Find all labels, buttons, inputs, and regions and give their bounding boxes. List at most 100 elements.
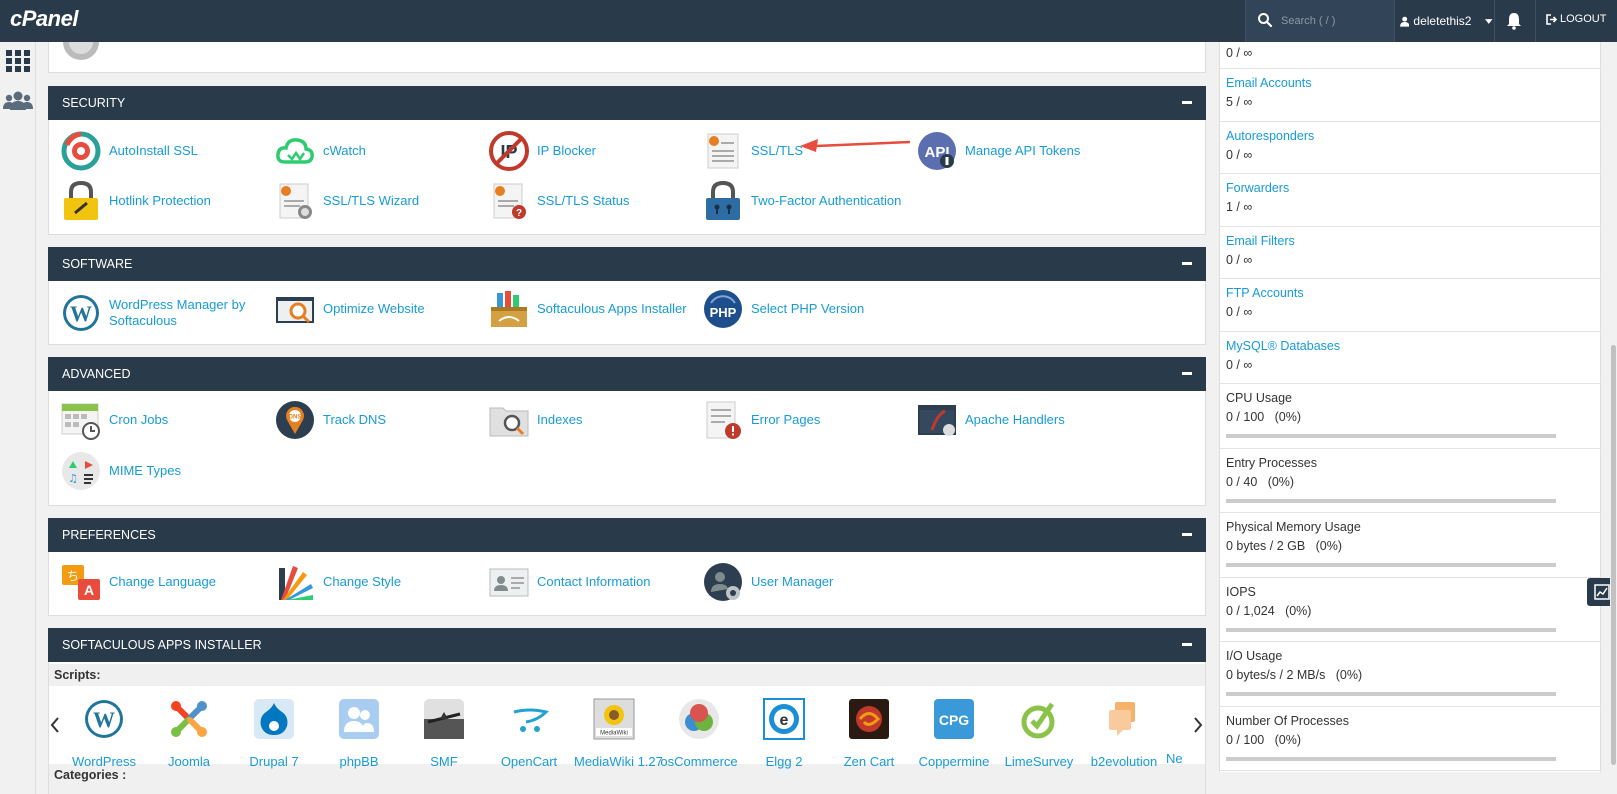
apache-handlers-item[interactable]: Apache Handlers — [917, 400, 1065, 440]
search-input[interactable] — [1281, 10, 1391, 32]
hotlink-protection-item[interactable]: Hotlink Protection — [61, 181, 211, 221]
autoinstall-ssl-item[interactable]: AutoInstall SSL — [61, 131, 198, 171]
stat-value: 1 / ∞ — [1226, 200, 1253, 214]
item-label: Indexes — [537, 412, 583, 427]
softaculous-header[interactable]: SOFTACULOUS APPS INSTALLER — [48, 628, 1206, 662]
app-elgg[interactable]: e Elgg 2 — [744, 698, 824, 769]
indexes-item[interactable]: Indexes — [489, 400, 583, 440]
chevron-left-icon[interactable] — [50, 716, 60, 734]
preferences-header[interactable]: PREFERENCES — [48, 518, 1206, 552]
scrollbar-thumb[interactable] — [1611, 345, 1616, 765]
ssl-tls-status-item[interactable]: ? SSL/TLS Status — [489, 181, 630, 221]
collapse-icon[interactable] — [1182, 643, 1192, 646]
collapse-icon[interactable] — [1182, 262, 1192, 265]
cron-jobs-item[interactable]: Cron Jobs — [61, 400, 168, 440]
app-smf[interactable]: SMF — [404, 698, 484, 769]
app-b2evolution[interactable]: b2evolution — [1084, 698, 1164, 769]
usage-progress-bar — [1226, 756, 1556, 761]
collapse-icon[interactable] — [1182, 533, 1192, 536]
left-rail — [0, 42, 36, 794]
calendar-clock-icon — [61, 403, 100, 440]
top-navigation-bar: cPanel deletethis2 LOGOUT — [0, 0, 1617, 42]
partial-app-icon — [1160, 698, 1190, 740]
svg-text:PHP: PHP — [710, 305, 737, 320]
collapse-icon[interactable] — [1182, 101, 1192, 104]
item-label: Error Pages — [751, 412, 821, 427]
item-label: AutoInstall SSL — [109, 143, 198, 158]
api-icon: API — [918, 132, 956, 170]
collapse-icon[interactable] — [1182, 372, 1192, 375]
app-label: Ne — [1166, 751, 1183, 766]
divider — [1535, 0, 1536, 42]
cwatch-item[interactable]: cWatch — [275, 131, 366, 171]
grid-icon[interactable] — [5, 48, 31, 74]
optimize-website-item[interactable]: Optimize Website — [275, 289, 425, 329]
section-title: ADVANCED — [62, 367, 131, 381]
mediawiki-icon: MediaWiki — [593, 698, 635, 740]
change-style-item[interactable]: Change Style — [275, 562, 401, 602]
app-opencart[interactable]: OpenCart — [489, 698, 569, 769]
security-header[interactable]: SECURITY — [48, 86, 1206, 120]
usage-value: 0 / 40 (0%) — [1226, 474, 1295, 489]
app-joomla[interactable]: Joomla — [149, 698, 229, 769]
folder-search-icon — [489, 407, 529, 437]
contact-information-item[interactable]: Contact Information — [489, 562, 650, 602]
user-menu[interactable]: deletethis2 — [1398, 0, 1493, 42]
manage-api-tokens-item[interactable]: API Manage API Tokens — [917, 131, 1080, 171]
error-pages-item[interactable]: Error Pages — [703, 400, 820, 440]
stat-link[interactable]: Email Filters — [1226, 234, 1601, 248]
stat-link[interactable]: Forwarders — [1226, 181, 1601, 195]
cpanel-logo[interactable]: cPanel — [10, 6, 78, 32]
app-label: WordPress — [71, 754, 137, 769]
two-factor-item[interactable]: Two-Factor Authentication — [703, 181, 901, 221]
software-header[interactable]: SOFTWARE — [48, 247, 1206, 281]
error-page-icon — [706, 401, 741, 439]
app-oscommerce[interactable]: osCommerce — [659, 698, 739, 769]
stat-link[interactable]: Email Accounts — [1226, 76, 1601, 90]
item-label: MIME Types — [109, 463, 182, 478]
change-language-item[interactable]: ちA Change Language — [61, 562, 216, 602]
bell-icon[interactable] — [1506, 12, 1522, 30]
usage-row: IOPS 0 / 1,024 (0%) — [1219, 578, 1601, 642]
ip-blocker-item[interactable]: IP IP Blocker — [489, 131, 596, 171]
logout-button[interactable]: LOGOUT — [1546, 13, 1606, 25]
item-label: Change Style — [323, 574, 402, 589]
advanced-header[interactable]: ADVANCED — [48, 357, 1206, 391]
ssl-tls-item[interactable]: SSL/TLS — [703, 131, 803, 171]
svg-text:DNS: DNS — [289, 415, 302, 421]
users-icon[interactable] — [3, 88, 33, 114]
user-gear-icon — [704, 563, 742, 601]
user-manager-item[interactable]: User Manager — [703, 562, 833, 602]
stat-link[interactable]: MySQL® Databases — [1226, 339, 1601, 353]
user-icon — [1400, 16, 1410, 27]
usage-label: I/O Usage — [1226, 649, 1283, 663]
logout-icon — [1546, 13, 1557, 25]
stat-link[interactable]: FTP Accounts — [1226, 286, 1601, 300]
app-label: Zen Cart — [843, 754, 895, 769]
app-wordpress[interactable]: W WordPress — [64, 698, 144, 769]
app-zen-cart[interactable]: Zen Cart — [829, 698, 909, 769]
usage-value: 0 / 1,024 (0%) — [1226, 603, 1312, 618]
track-dns-item[interactable]: DNS Track DNS — [275, 400, 386, 440]
mime-types-item[interactable]: ♫ MIME Types — [61, 451, 181, 491]
certificate-wizard-icon — [279, 183, 312, 219]
chevron-right-icon[interactable] — [1193, 716, 1203, 734]
app-drupal[interactable]: Drupal 7 — [234, 698, 314, 769]
ssl-tls-wizard-item[interactable]: SSL/TLS Wizard — [275, 181, 419, 221]
padlock-link-icon — [64, 181, 98, 220]
app-phpbb[interactable]: phpBB — [319, 698, 399, 769]
username-label: deletethis2 — [1413, 14, 1472, 28]
contact-card-icon — [489, 568, 529, 597]
wordpress-manager-item[interactable]: W WordPress Manager by Softaculous — [61, 293, 251, 333]
app-mediawiki[interactable]: MediaWiki MediaWiki 1.27 — [574, 698, 663, 769]
stat-link[interactable]: Autoresponders — [1226, 129, 1601, 143]
app-limesurvey[interactable]: LimeSurvey — [999, 698, 1079, 769]
stat-row: Forwarders 1 / ∞ — [1219, 174, 1601, 227]
item-label: Change Language — [109, 574, 216, 589]
item-label: Select PHP Version — [751, 301, 865, 316]
app-next-partial[interactable]: Ne — [1160, 698, 1190, 766]
select-php-version-item[interactable]: PHP Select PHP Version — [703, 289, 864, 329]
search-icon — [1258, 13, 1273, 28]
app-coppermine[interactable]: CPG Coppermine — [914, 698, 994, 769]
softaculous-item[interactable]: Softaculous Apps Installer — [489, 289, 687, 329]
